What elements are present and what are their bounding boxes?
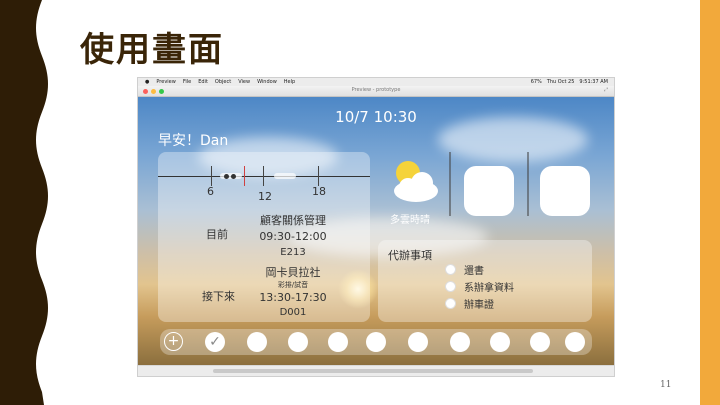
next-label: 接下來 — [202, 290, 235, 303]
date-status[interactable]: Thu Oct 25 — [547, 79, 575, 85]
os-menubar: ● Preview File Edit Object View Window H… — [138, 78, 614, 86]
menu-help[interactable]: Help — [284, 79, 295, 85]
divider — [449, 152, 451, 216]
current-event[interactable]: 顧客關係管理 09:30-12:00 E213 — [248, 212, 338, 258]
current-course: 顧客關係管理 — [260, 214, 326, 227]
menu-preview[interactable]: Preview — [156, 79, 175, 85]
next-subtitle: 彩排/試音 — [277, 281, 309, 289]
current-time: 09:30-12:00 — [259, 230, 327, 243]
dock-slot-button[interactable] — [288, 332, 308, 352]
left-wave-band — [0, 0, 48, 405]
date-time: 10/7 10:30 — [335, 108, 417, 126]
window-expand-icon[interactable]: ⤢ — [604, 87, 608, 93]
menu-file[interactable]: File — [183, 79, 191, 85]
todo-radio[interactable] — [445, 263, 456, 275]
check-button[interactable]: ✓ — [205, 332, 225, 352]
dock-bar: + ✓ — [160, 329, 592, 355]
timeline-tick — [318, 166, 319, 186]
dock-slot-button[interactable] — [328, 332, 348, 352]
todo-panel: 代辦事項 還書 系辦拿資料 辦車證 — [378, 240, 592, 322]
todo-item[interactable]: 系辦拿資料 — [445, 280, 514, 294]
todo-radio[interactable] — [445, 297, 456, 309]
menu-edit[interactable]: Edit — [198, 79, 208, 85]
todo-title: 代辦事項 — [388, 249, 432, 262]
dock-slot-button[interactable] — [530, 332, 550, 352]
timeline-tick-label: 18 — [312, 185, 326, 198]
next-course: 岡卡貝拉社 — [265, 266, 321, 279]
app-screenshot: ● Preview File Edit Object View Window H… — [137, 77, 615, 377]
todo-item-label: 系辦拿資料 — [464, 282, 514, 294]
dock-slot-button[interactable] — [450, 332, 470, 352]
dock-slot-button[interactable] — [565, 332, 585, 352]
horizontal-scrollbar[interactable] — [138, 366, 614, 376]
timeline-tick — [211, 166, 212, 186]
timeline-dot — [224, 174, 229, 179]
menu-object[interactable]: Object — [215, 79, 231, 85]
divider — [527, 152, 529, 216]
todo-item-label: 辦車證 — [464, 299, 494, 311]
next-room: D001 — [279, 307, 307, 318]
app-tile-2[interactable] — [540, 166, 590, 216]
add-button[interactable]: + — [164, 332, 183, 351]
battery-status[interactable]: 67% — [531, 79, 542, 85]
partly-cloudy-icon[interactable] — [386, 155, 446, 207]
todo-item[interactable]: 還書 — [445, 263, 484, 277]
menu-view[interactable]: View — [238, 79, 250, 85]
scrollbar-thumb[interactable] — [213, 369, 533, 373]
greeting: 早安！Dan — [158, 133, 229, 149]
timeline-next-event[interactable] — [274, 173, 296, 179]
app-tile-1[interactable] — [464, 166, 514, 216]
slide-title: 使用畫面 — [80, 30, 224, 70]
window-titlebar: Preview - prototype ⤢ — [138, 86, 614, 97]
window-title: Preview - prototype — [351, 87, 401, 93]
timeline-tick-label: 12 — [258, 190, 272, 203]
dock-slot-button[interactable] — [408, 332, 428, 352]
todo-radio[interactable] — [445, 280, 456, 292]
timeline-tick-label: 6 — [207, 185, 214, 198]
current-room: E213 — [280, 247, 306, 258]
next-event[interactable]: 岡卡貝拉社 彩排/試音 13:30-17:30 D001 — [248, 264, 338, 318]
todo-item-label: 還書 — [464, 265, 484, 277]
current-label: 目前 — [206, 228, 228, 241]
todo-item[interactable]: 辦車證 — [445, 297, 494, 311]
app-main: 10/7 10:30 早安！Dan 6 12 18 目前 顧客關係管理 09:3… — [138, 97, 614, 365]
timeline-now-marker — [244, 166, 245, 186]
apple-icon[interactable]: ● — [145, 79, 149, 85]
timeline-axis — [158, 176, 370, 177]
weather-text: 多雲時晴 — [390, 215, 430, 226]
slide-number: 11 — [660, 380, 672, 390]
timeline-tick — [263, 166, 264, 186]
clock-status[interactable]: 9:51:37 AM — [579, 79, 608, 85]
right-accent-bar — [700, 0, 720, 405]
dock-slot-button[interactable] — [366, 332, 386, 352]
next-time: 13:30-17:30 — [259, 291, 327, 304]
dock-slot-button[interactable] — [490, 332, 510, 352]
dock-slot-button[interactable] — [247, 332, 267, 352]
menu-window[interactable]: Window — [257, 79, 277, 85]
timeline-dot — [231, 174, 236, 179]
schedule-panel: 6 12 18 目前 顧客關係管理 09:30-12:00 E213 接下來 岡… — [158, 152, 370, 322]
